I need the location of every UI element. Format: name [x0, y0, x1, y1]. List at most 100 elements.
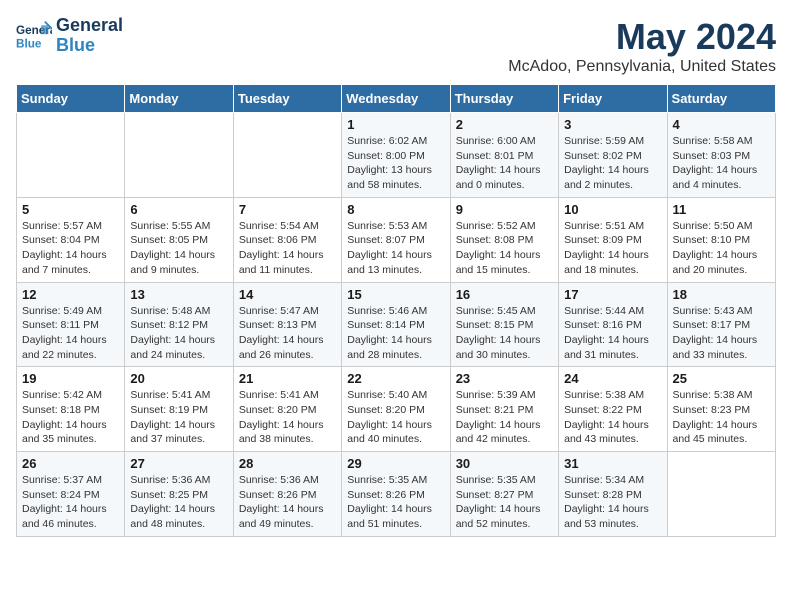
day-info: Sunrise: 5:46 AM Sunset: 8:14 PM Dayligh… [347, 304, 444, 363]
day-number: 23 [456, 371, 553, 386]
day-number: 13 [130, 287, 227, 302]
day-number: 17 [564, 287, 661, 302]
calendar-cell: 29 Sunrise: 5:35 AM Sunset: 8:26 PM Dayli… [342, 452, 450, 537]
weekday-header: Friday [559, 85, 667, 113]
calendar-week-row: 12Sunrise: 5:49 AM Sunset: 8:11 PM Dayli… [17, 282, 776, 367]
day-info: Sunrise: 5:36 AM Sunset: 8:26 PM Dayligh… [239, 473, 336, 532]
day-number: 16 [456, 287, 553, 302]
calendar-cell: 21 Sunrise: 5:41 AM Sunset: 8:20 PM Dayli… [233, 367, 341, 452]
day-number: 21 [239, 371, 336, 386]
day-info: Sunrise: 5:41 AM Sunset: 8:19 PM Dayligh… [130, 388, 227, 447]
day-number: 1 [347, 117, 444, 132]
day-info: Sunrise: 5:36 AM Sunset: 8:25 PM Dayligh… [130, 473, 227, 532]
calendar-cell: 13Sunrise: 5:48 AM Sunset: 8:12 PM Dayli… [125, 282, 233, 367]
calendar-week-row: 1Sunrise: 6:02 AM Sunset: 8:00 PM Daylig… [17, 113, 776, 198]
calendar-cell: 15Sunrise: 5:46 AM Sunset: 8:14 PM Dayli… [342, 282, 450, 367]
weekday-header: Sunday [17, 85, 125, 113]
calendar-cell: 17Sunrise: 5:44 AM Sunset: 8:16 PM Dayli… [559, 282, 667, 367]
day-info: Sunrise: 6:00 AM Sunset: 8:01 PM Dayligh… [456, 134, 553, 193]
day-number: 24 [564, 371, 661, 386]
logo-name: General Blue [56, 16, 123, 56]
day-info: Sunrise: 5:59 AM Sunset: 8:02 PM Dayligh… [564, 134, 661, 193]
calendar-cell: 1Sunrise: 6:02 AM Sunset: 8:00 PM Daylig… [342, 113, 450, 198]
calendar-cell: 20 Sunrise: 5:41 AM Sunset: 8:19 PM Dayli… [125, 367, 233, 452]
svg-text:Blue: Blue [16, 37, 42, 50]
day-number: 10 [564, 202, 661, 217]
calendar-cell: 10 Sunrise: 5:51 AM Sunset: 8:09 PM Dayli… [559, 197, 667, 282]
calendar-table: SundayMondayTuesdayWednesdayThursdayFrid… [16, 84, 776, 537]
calendar-cell: 8 Sunrise: 5:53 AM Sunset: 8:07 PM Daylig… [342, 197, 450, 282]
day-info: Sunrise: 5:51 AM Sunset: 8:09 PM Dayligh… [564, 219, 661, 278]
day-number: 25 [673, 371, 770, 386]
day-number: 20 [130, 371, 227, 386]
day-info: Sunrise: 5:58 AM Sunset: 8:03 PM Dayligh… [673, 134, 770, 193]
calendar-cell: 16 Sunrise: 5:45 AM Sunset: 8:15 PM Dayli… [450, 282, 558, 367]
calendar-cell: 31Sunrise: 5:34 AM Sunset: 8:28 PM Dayli… [559, 452, 667, 537]
calendar-cell: 27 Sunrise: 5:36 AM Sunset: 8:25 PM Dayli… [125, 452, 233, 537]
calendar-cell: 28 Sunrise: 5:36 AM Sunset: 8:26 PM Dayli… [233, 452, 341, 537]
calendar-cell: 25 Sunrise: 5:38 AM Sunset: 8:23 PM Dayli… [667, 367, 775, 452]
day-info: Sunrise: 5:47 AM Sunset: 8:13 PM Dayligh… [239, 304, 336, 363]
day-info: Sunrise: 5:37 AM Sunset: 8:24 PM Dayligh… [22, 473, 119, 532]
calendar-cell [125, 113, 233, 198]
day-number: 11 [673, 202, 770, 217]
day-number: 30 [456, 456, 553, 471]
weekday-header: Saturday [667, 85, 775, 113]
month-title: May 2024 [508, 16, 776, 58]
weekday-header: Thursday [450, 85, 558, 113]
day-number: 8 [347, 202, 444, 217]
title-block: May 2024 McAdoo, Pennsylvania, United St… [508, 16, 776, 76]
calendar-cell: 2Sunrise: 6:00 AM Sunset: 8:01 PM Daylig… [450, 113, 558, 198]
day-info: Sunrise: 5:50 AM Sunset: 8:10 PM Dayligh… [673, 219, 770, 278]
calendar-cell: 24Sunrise: 5:38 AM Sunset: 8:22 PM Dayli… [559, 367, 667, 452]
day-info: Sunrise: 5:35 AM Sunset: 8:26 PM Dayligh… [347, 473, 444, 532]
day-info: Sunrise: 5:49 AM Sunset: 8:11 PM Dayligh… [22, 304, 119, 363]
day-info: Sunrise: 5:45 AM Sunset: 8:15 PM Dayligh… [456, 304, 553, 363]
calendar-cell: 9 Sunrise: 5:52 AM Sunset: 8:08 PM Daylig… [450, 197, 558, 282]
day-info: Sunrise: 5:52 AM Sunset: 8:08 PM Dayligh… [456, 219, 553, 278]
page-header: General Blue General Blue May 2024 McAdo… [16, 16, 776, 76]
day-number: 18 [673, 287, 770, 302]
calendar-cell: 23 Sunrise: 5:39 AM Sunset: 8:21 PM Dayli… [450, 367, 558, 452]
day-info: Sunrise: 5:35 AM Sunset: 8:27 PM Dayligh… [456, 473, 553, 532]
weekday-header: Monday [125, 85, 233, 113]
day-info: Sunrise: 5:43 AM Sunset: 8:17 PM Dayligh… [673, 304, 770, 363]
day-info: Sunrise: 5:38 AM Sunset: 8:23 PM Dayligh… [673, 388, 770, 447]
day-info: Sunrise: 5:54 AM Sunset: 8:06 PM Dayligh… [239, 219, 336, 278]
calendar-cell: 30 Sunrise: 5:35 AM Sunset: 8:27 PM Dayli… [450, 452, 558, 537]
day-number: 19 [22, 371, 119, 386]
day-info: Sunrise: 5:42 AM Sunset: 8:18 PM Dayligh… [22, 388, 119, 447]
day-number: 9 [456, 202, 553, 217]
weekday-header: Wednesday [342, 85, 450, 113]
calendar-cell [17, 113, 125, 198]
day-info: Sunrise: 5:41 AM Sunset: 8:20 PM Dayligh… [239, 388, 336, 447]
day-number: 28 [239, 456, 336, 471]
calendar-cell: 14Sunrise: 5:47 AM Sunset: 8:13 PM Dayli… [233, 282, 341, 367]
calendar-cell: 22Sunrise: 5:40 AM Sunset: 8:20 PM Dayli… [342, 367, 450, 452]
calendar-cell [233, 113, 341, 198]
calendar-cell: 26Sunrise: 5:37 AM Sunset: 8:24 PM Dayli… [17, 452, 125, 537]
calendar-cell: 6 Sunrise: 5:55 AM Sunset: 8:05 PM Daylig… [125, 197, 233, 282]
calendar-week-row: 19 Sunrise: 5:42 AM Sunset: 8:18 PM Dayli… [17, 367, 776, 452]
day-number: 22 [347, 371, 444, 386]
day-number: 4 [673, 117, 770, 132]
location-title: McAdoo, Pennsylvania, United States [508, 58, 776, 76]
day-info: Sunrise: 5:34 AM Sunset: 8:28 PM Dayligh… [564, 473, 661, 532]
calendar-cell: 7 Sunrise: 5:54 AM Sunset: 8:06 PM Daylig… [233, 197, 341, 282]
calendar-week-row: 5 Sunrise: 5:57 AM Sunset: 8:04 PM Daylig… [17, 197, 776, 282]
day-number: 5 [22, 202, 119, 217]
calendar-cell: 19 Sunrise: 5:42 AM Sunset: 8:18 PM Dayli… [17, 367, 125, 452]
calendar-cell: 4 Sunrise: 5:58 AM Sunset: 8:03 PM Daylig… [667, 113, 775, 198]
weekday-header: Tuesday [233, 85, 341, 113]
day-info: Sunrise: 5:53 AM Sunset: 8:07 PM Dayligh… [347, 219, 444, 278]
day-number: 27 [130, 456, 227, 471]
weekday-header-row: SundayMondayTuesdayWednesdayThursdayFrid… [17, 85, 776, 113]
day-info: Sunrise: 5:55 AM Sunset: 8:05 PM Dayligh… [130, 219, 227, 278]
day-number: 7 [239, 202, 336, 217]
logo: General Blue General Blue [16, 16, 123, 56]
day-number: 29 [347, 456, 444, 471]
day-info: Sunrise: 5:57 AM Sunset: 8:04 PM Dayligh… [22, 219, 119, 278]
calendar-cell: 11 Sunrise: 5:50 AM Sunset: 8:10 PM Dayli… [667, 197, 775, 282]
day-number: 6 [130, 202, 227, 217]
day-info: Sunrise: 5:39 AM Sunset: 8:21 PM Dayligh… [456, 388, 553, 447]
